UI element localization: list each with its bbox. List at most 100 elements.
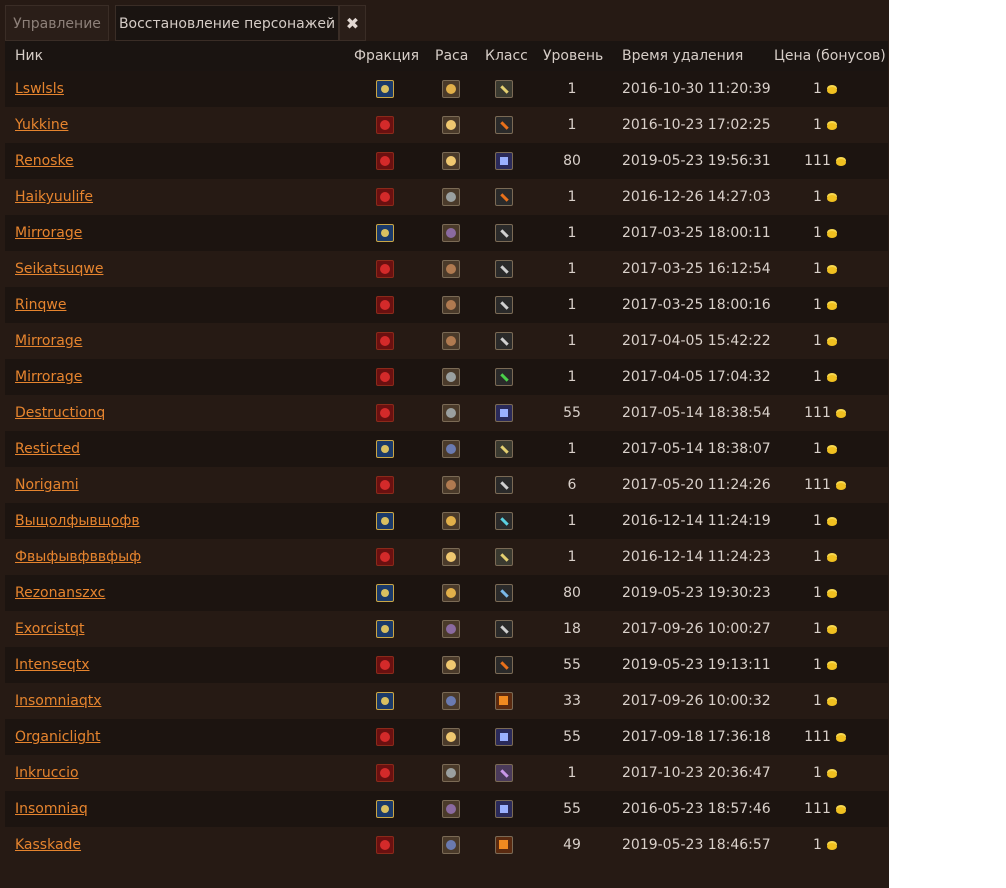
character-link[interactable]: Фвыфывфввфыф xyxy=(15,549,141,565)
bonus-coin-icon xyxy=(826,663,837,670)
character-link[interactable]: Mirrorage xyxy=(15,369,82,385)
race-cell xyxy=(442,80,460,98)
horde-faction-icon xyxy=(376,332,394,350)
class-cell xyxy=(495,548,513,566)
price-cell: 1 xyxy=(773,71,877,107)
race-cell xyxy=(442,332,460,350)
price-value: 1 xyxy=(813,81,822,97)
character-restore-panel: Управление Восстановление персонажей ✖ Н… xyxy=(0,0,889,888)
table-row: Exorcistqt 18 2017-09-26 10:00:27 1 xyxy=(5,611,888,647)
class-icon xyxy=(495,80,513,98)
level-cell: 1 xyxy=(567,513,577,529)
character-link[interactable]: Rezonanszxc xyxy=(15,585,105,601)
bonus-coin-icon xyxy=(826,843,837,850)
price-value: 111 xyxy=(804,801,831,817)
class-icon xyxy=(495,692,513,710)
horde-faction-icon xyxy=(376,836,394,854)
price-value: 1 xyxy=(813,441,822,457)
faction-cell xyxy=(376,188,394,206)
deleted-time-cell: 2017-09-26 10:00:32 xyxy=(622,693,771,709)
class-cell xyxy=(495,296,513,314)
character-link[interactable]: Mirrorage xyxy=(15,225,82,241)
character-link[interactable]: Kasskade xyxy=(15,837,81,853)
character-link[interactable]: Выщолфывщофв xyxy=(15,513,140,529)
class-icon xyxy=(495,512,513,530)
alliance-faction-icon xyxy=(376,512,394,530)
column-header-deleted[interactable]: Время удаления xyxy=(622,41,743,72)
price-value: 1 xyxy=(813,837,822,853)
price-value: 1 xyxy=(813,333,822,349)
character-link[interactable]: Lswlsls xyxy=(15,81,64,97)
price-cell: 1 xyxy=(773,647,877,683)
level-cell: 55 xyxy=(563,657,581,673)
price-value: 111 xyxy=(804,729,831,745)
class-cell xyxy=(495,368,513,386)
tab-manage[interactable]: Управление xyxy=(5,5,109,41)
price-cell: 1 xyxy=(773,179,877,215)
level-cell: 6 xyxy=(567,477,577,493)
price-value: 1 xyxy=(813,657,822,673)
price-cell: 111 xyxy=(773,719,877,755)
race-icon xyxy=(442,404,460,422)
character-link[interactable]: Organiclight xyxy=(15,729,100,745)
character-link[interactable]: Haikyuulife xyxy=(15,189,93,205)
column-header-faction[interactable]: Фракция xyxy=(354,41,419,72)
horde-faction-icon xyxy=(376,296,394,314)
class-cell xyxy=(495,728,513,746)
bonus-coin-icon xyxy=(826,87,837,94)
race-cell xyxy=(442,404,460,422)
level-cell: 1 xyxy=(567,441,577,457)
level-cell: 1 xyxy=(567,297,577,313)
class-icon xyxy=(495,260,513,278)
character-link[interactable]: Destructionq xyxy=(15,405,105,421)
deleted-time-cell: 2017-04-05 15:42:22 xyxy=(622,333,771,349)
bonus-coin-icon xyxy=(826,303,837,310)
character-link[interactable]: Insomniaqtx xyxy=(15,693,102,709)
race-icon xyxy=(442,116,460,134)
table-row: Insomniaq 55 2016-05-23 18:57:46 111 xyxy=(5,791,888,827)
price-cell: 1 xyxy=(773,575,877,611)
deleted-time-cell: 2017-03-25 18:00:16 xyxy=(622,297,771,313)
bonus-coin-icon xyxy=(835,807,846,814)
column-header-level[interactable]: Уровень xyxy=(543,41,603,72)
column-header-class[interactable]: Класс xyxy=(485,41,528,72)
price-value: 111 xyxy=(804,153,831,169)
character-link[interactable]: Inkruccio xyxy=(15,765,79,781)
character-link[interactable]: Insomniaq xyxy=(15,801,88,817)
price-cell: 1 xyxy=(773,359,877,395)
character-link[interactable]: Yukkine xyxy=(15,117,68,133)
deleted-time-cell: 2017-09-26 10:00:27 xyxy=(622,621,771,637)
table-row: Haikyuulife 1 2016-12-26 14:27:03 1 xyxy=(5,179,888,215)
close-tab-icon[interactable]: ✖ xyxy=(339,5,366,41)
column-header-race[interactable]: Раса xyxy=(435,41,468,72)
column-header-price[interactable]: Цена (бонусов) xyxy=(774,41,886,72)
character-link[interactable]: Resticted xyxy=(15,441,80,457)
tab-restore-characters[interactable]: Восстановление персонажей xyxy=(115,5,339,41)
character-link[interactable]: Renoske xyxy=(15,153,74,169)
bonus-coin-icon xyxy=(826,699,837,706)
character-link[interactable]: Norigami xyxy=(15,477,79,493)
price-cell: 1 xyxy=(773,611,877,647)
column-header-nick[interactable]: Ник xyxy=(15,41,43,72)
horde-faction-icon xyxy=(376,404,394,422)
character-link[interactable]: Seikatsuqwe xyxy=(15,261,103,277)
bonus-coin-icon xyxy=(826,267,837,274)
price-cell: 111 xyxy=(773,467,877,503)
character-link[interactable]: Exorcistqt xyxy=(15,621,84,637)
deleted-time-cell: 2017-09-18 17:36:18 xyxy=(622,729,771,745)
price-value: 1 xyxy=(813,549,822,565)
price-value: 1 xyxy=(813,261,822,277)
nick-cell: Mirrorage xyxy=(15,359,82,395)
character-link[interactable]: Rinqwe xyxy=(15,297,66,313)
character-link[interactable]: Mirrorage xyxy=(15,333,82,349)
faction-cell xyxy=(376,764,394,782)
faction-cell xyxy=(376,440,394,458)
nick-cell: Фвыфывфввфыф xyxy=(15,539,141,575)
race-icon xyxy=(442,368,460,386)
horde-faction-icon xyxy=(376,548,394,566)
class-cell xyxy=(495,116,513,134)
price-value: 111 xyxy=(804,405,831,421)
character-link[interactable]: Intenseqtx xyxy=(15,657,90,673)
race-icon xyxy=(442,656,460,674)
deleted-time-cell: 2017-03-25 16:12:54 xyxy=(622,261,771,277)
